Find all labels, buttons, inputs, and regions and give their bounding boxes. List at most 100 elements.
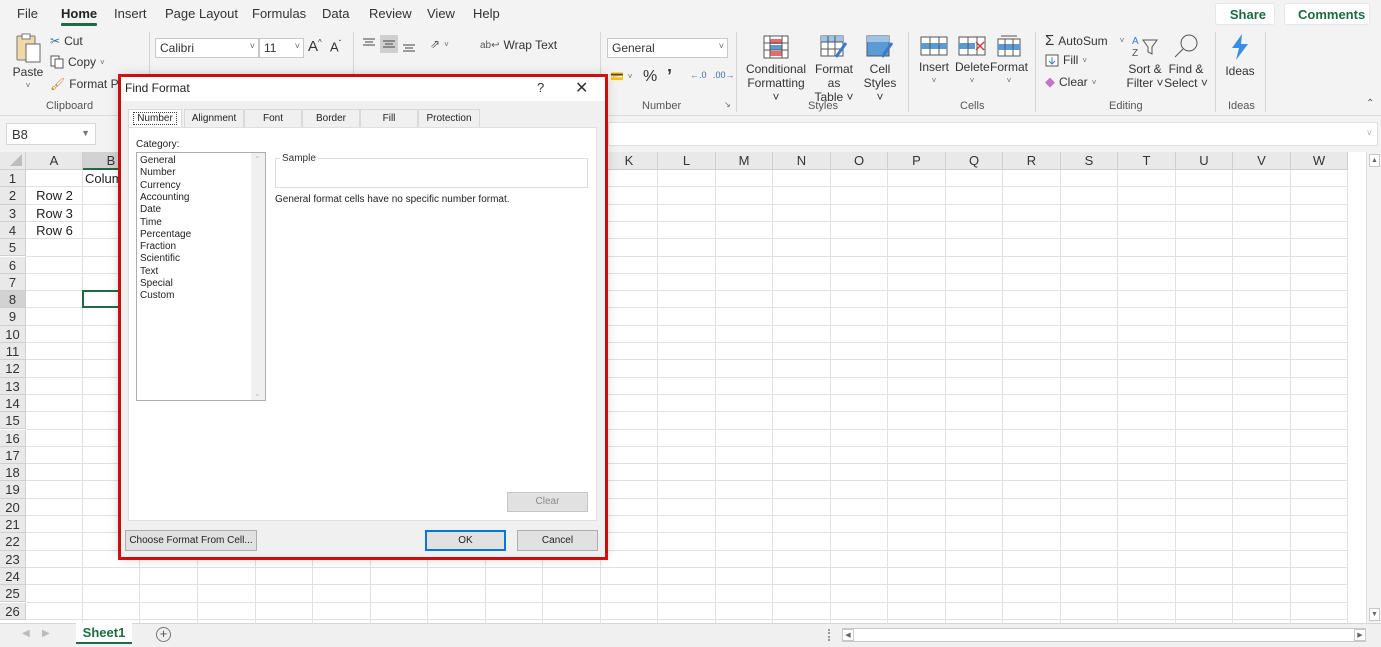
column-header-s[interactable]: S bbox=[1061, 152, 1118, 170]
copy-dropdown-icon[interactable]: ˅ bbox=[100, 58, 105, 67]
formula-input[interactable]: ˅ bbox=[608, 122, 1378, 146]
cell-styles-button[interactable]: Cell Styles ˅ bbox=[860, 35, 900, 104]
percent-button[interactable]: % bbox=[643, 68, 657, 86]
next-sheet-icon[interactable]: ▶ bbox=[42, 628, 50, 639]
row-header-26[interactable]: 26 bbox=[0, 602, 26, 620]
row-header-13[interactable]: 13 bbox=[0, 377, 26, 395]
orientation-button[interactable]: ⇗ ˅ bbox=[430, 37, 449, 51]
copy-button[interactable]: Copy ˅ bbox=[50, 55, 105, 69]
decrease-decimal-button[interactable]: .00→ bbox=[713, 70, 735, 80]
format-painter-button[interactable]: 🖌 Format Painter bbox=[50, 77, 118, 91]
column-header-u[interactable]: U bbox=[1176, 152, 1233, 170]
category-scrollbar[interactable]: ⌃ ⌄ bbox=[251, 153, 265, 400]
category-item-general[interactable]: General bbox=[140, 155, 176, 167]
increase-decimal-button[interactable]: ←.0 bbox=[690, 70, 707, 80]
column-header-t[interactable]: T bbox=[1118, 152, 1176, 170]
increase-font-button[interactable]: A^ bbox=[308, 38, 322, 55]
tab-formulas[interactable]: Formulas bbox=[252, 6, 306, 21]
row-header-8[interactable]: 8 bbox=[0, 291, 26, 309]
column-header-a[interactable]: A bbox=[26, 152, 83, 170]
category-item-fraction[interactable]: Fraction bbox=[140, 241, 176, 253]
category-item-text[interactable]: Text bbox=[140, 266, 158, 278]
find-select-button[interactable]: Find & Select ˅ bbox=[1164, 33, 1208, 90]
column-header-m[interactable]: M bbox=[716, 152, 773, 170]
comma-style-button[interactable]: ’ bbox=[667, 66, 672, 87]
tab-insert[interactable]: Insert bbox=[114, 6, 147, 21]
align-bottom-button[interactable] bbox=[402, 39, 416, 53]
dialog-tab-number[interactable]: Number bbox=[128, 109, 182, 128]
dialog-tab-alignment[interactable]: Alignment bbox=[184, 109, 244, 127]
wrap-text-button[interactable]: ab↩ Wrap Text bbox=[480, 38, 557, 52]
cut-button[interactable]: ✂ Cut bbox=[50, 34, 83, 48]
horizontal-scrollbar[interactable]: ◀ ▶ bbox=[842, 628, 1366, 642]
sort-filter-button[interactable]: AZ Sort & Filter ˅ bbox=[1125, 33, 1165, 90]
split-handle[interactable] bbox=[828, 629, 831, 641]
name-box[interactable]: B8 ▼ bbox=[6, 123, 96, 145]
dialog-tab-fill[interactable]: Fill bbox=[360, 109, 418, 127]
category-item-date[interactable]: Date bbox=[140, 204, 161, 216]
row-header-11[interactable]: 11 bbox=[0, 343, 26, 361]
align-top-button[interactable] bbox=[362, 37, 376, 51]
row-header-7[interactable]: 7 bbox=[0, 273, 26, 292]
row-header-10[interactable]: 10 bbox=[0, 325, 26, 343]
row-header-24[interactable]: 24 bbox=[0, 567, 26, 586]
cell-a3[interactable]: Row 3 bbox=[28, 205, 81, 222]
category-item-percentage[interactable]: Percentage bbox=[140, 229, 191, 241]
dialog-tab-protection[interactable]: Protection bbox=[418, 109, 480, 127]
category-item-time[interactable]: Time bbox=[140, 217, 162, 229]
tab-review[interactable]: Review bbox=[369, 6, 412, 21]
row-header-19[interactable]: 19 bbox=[0, 481, 26, 499]
dialog-tab-font[interactable]: Font bbox=[244, 109, 302, 127]
row-header-9[interactable]: 9 bbox=[0, 308, 26, 326]
font-name-select[interactable]: Calibri ˅ bbox=[155, 38, 259, 58]
row-header-22[interactable]: 22 bbox=[0, 533, 26, 551]
scroll-up-icon[interactable]: ⌃ bbox=[254, 155, 261, 164]
accounting-format-button[interactable]: 💳 ˅ bbox=[610, 70, 632, 83]
row-header-16[interactable]: 16 bbox=[0, 429, 26, 447]
row-header-23[interactable]: 23 bbox=[0, 550, 26, 568]
align-middle-button[interactable] bbox=[380, 35, 398, 53]
select-all-button[interactable] bbox=[0, 152, 26, 170]
category-item-scientific[interactable]: Scientific bbox=[140, 253, 180, 265]
help-button[interactable]: ? bbox=[537, 80, 544, 95]
font-size-select[interactable]: 11 ˅ bbox=[259, 38, 304, 58]
tab-file[interactable]: File bbox=[17, 6, 38, 21]
row-header-4[interactable]: 4 bbox=[0, 221, 26, 240]
dialog-tab-border[interactable]: Border bbox=[302, 109, 360, 127]
column-header-r[interactable]: R bbox=[1003, 152, 1061, 170]
category-item-accounting[interactable]: Accounting bbox=[140, 192, 189, 204]
row-header-12[interactable]: 12 bbox=[0, 360, 26, 378]
comments-button[interactable]: Comments bbox=[1284, 3, 1370, 25]
vertical-scrollbar[interactable]: ▲ ▼ bbox=[1366, 152, 1381, 623]
row-header-18[interactable]: 18 bbox=[0, 464, 26, 482]
column-header-q[interactable]: Q bbox=[946, 152, 1003, 170]
sheet-tab-sheet1[interactable]: Sheet1 bbox=[76, 623, 132, 644]
ok-button[interactable]: OK bbox=[425, 530, 506, 551]
row-header-3[interactable]: 3 bbox=[0, 204, 26, 222]
column-header-p[interactable]: P bbox=[888, 152, 946, 170]
row-header-17[interactable]: 17 bbox=[0, 446, 26, 465]
conditional-formatting-button[interactable]: Conditional Formatting ˅ bbox=[745, 35, 807, 104]
share-button[interactable]: Share bbox=[1215, 3, 1275, 25]
column-header-l[interactable]: L bbox=[658, 152, 716, 170]
row-header-14[interactable]: 14 bbox=[0, 394, 26, 413]
format-cells-button[interactable]: Format ˅ bbox=[990, 35, 1028, 88]
column-header-o[interactable]: O bbox=[831, 152, 888, 170]
tab-data[interactable]: Data bbox=[322, 6, 349, 21]
add-sheet-icon[interactable]: + bbox=[156, 627, 171, 642]
scroll-down-icon[interactable]: ▼ bbox=[1369, 608, 1380, 621]
prev-sheet-icon[interactable]: ◀ bbox=[22, 628, 30, 639]
tab-help[interactable]: Help bbox=[473, 6, 500, 21]
autosum-button[interactable]: Σ AutoSum ˅ bbox=[1045, 32, 1124, 49]
row-header-6[interactable]: 6 bbox=[0, 256, 26, 274]
row-header-21[interactable]: 21 bbox=[0, 516, 26, 534]
format-as-table-button[interactable]: Format as Table ˅ bbox=[808, 35, 860, 104]
ideas-button[interactable]: Ideas bbox=[1222, 33, 1258, 78]
paste-dropdown-icon[interactable]: ˅ bbox=[10, 79, 46, 93]
number-dialog-launcher-icon[interactable]: ↘ bbox=[724, 100, 731, 109]
number-format-select[interactable]: General ˅ bbox=[607, 38, 728, 58]
column-header-w[interactable]: W bbox=[1291, 152, 1348, 170]
tab-page-layout[interactable]: Page Layout bbox=[165, 6, 238, 21]
row-header-25[interactable]: 25 bbox=[0, 585, 26, 603]
row-header-15[interactable]: 15 bbox=[0, 412, 26, 430]
